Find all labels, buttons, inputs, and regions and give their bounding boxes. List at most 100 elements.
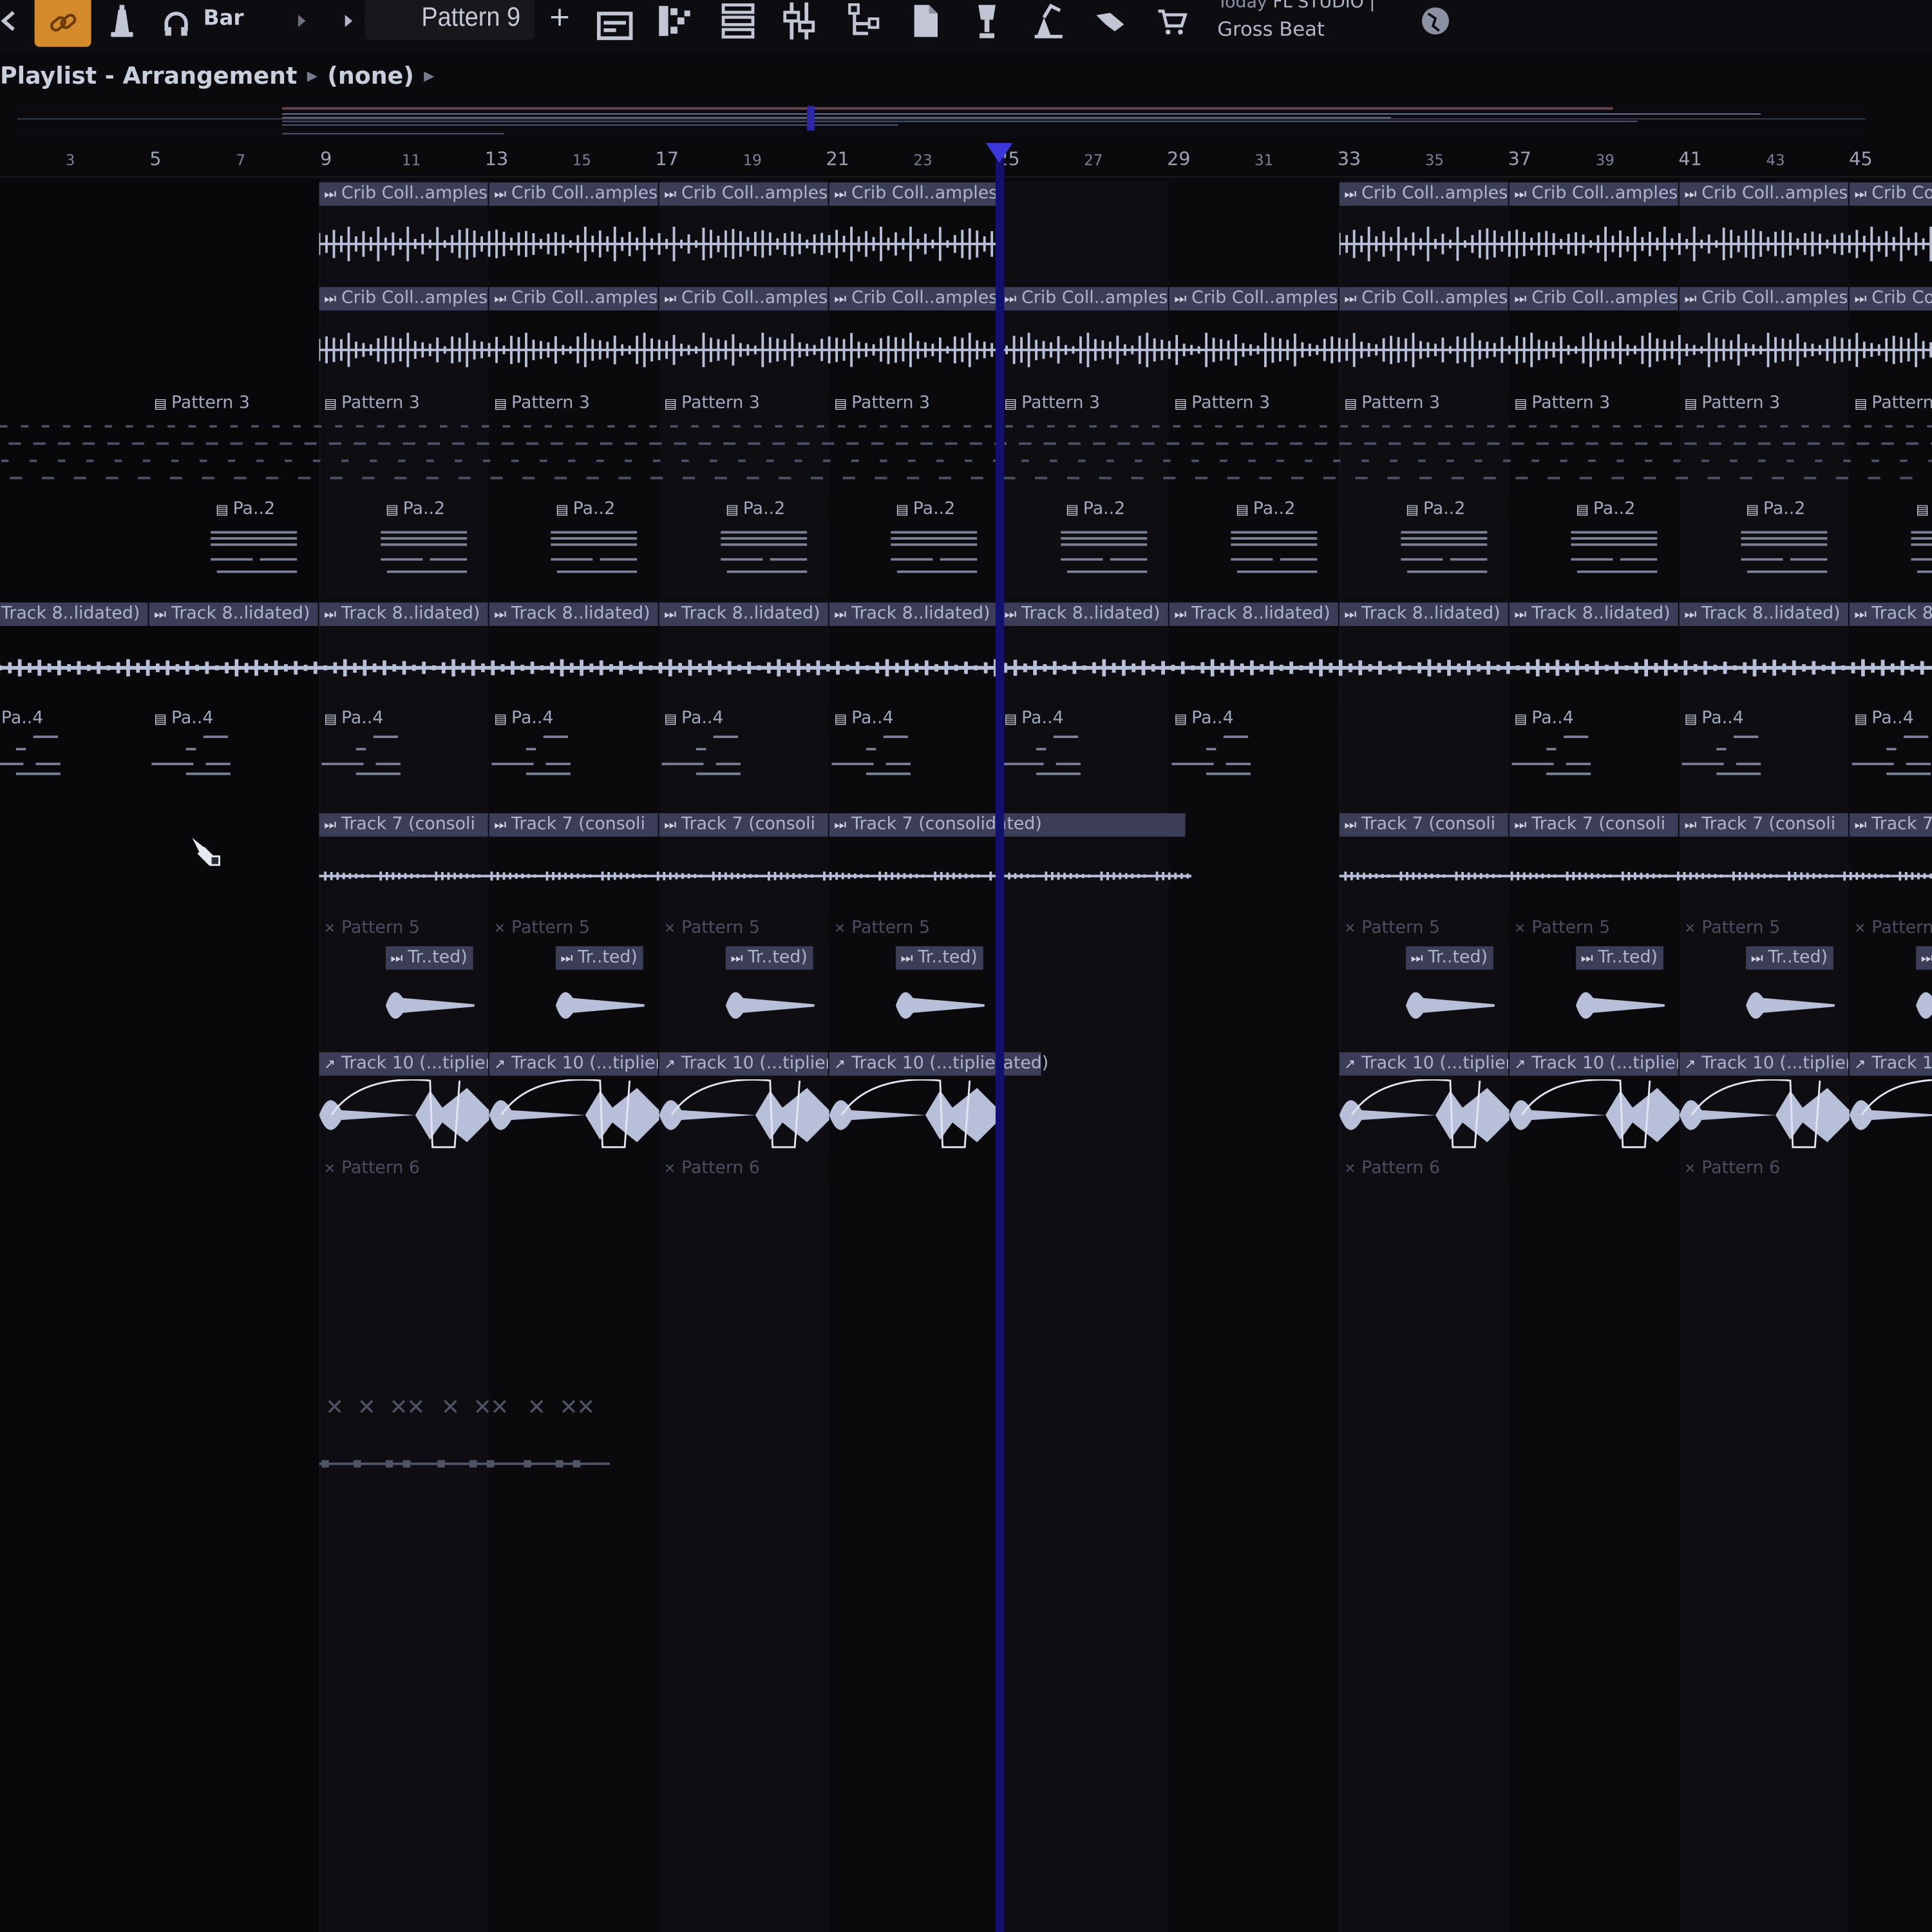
clip-header-trted[interactable]: ⏭Tr..ted) <box>1916 946 1932 970</box>
clip-header-pat3[interactable]: ▤Pattern 3 <box>1850 392 1932 415</box>
clip-header-track8[interactable]: ⏭Track 8..lidated) <box>1339 602 1510 626</box>
clip-header-track8[interactable]: ⏭Track 8..lidated) <box>659 602 829 626</box>
clip-header-trted[interactable]: ⏭Tr..ted) <box>385 946 475 970</box>
clip-header-crib2[interactable]: ⏭Crib Coll..amples <box>829 287 999 311</box>
timeline-ruler[interactable]: 5 9 13 17 21 25 29 33 37 41 45 3 7 11 15 19 23 27 31 35 39 43 <box>0 142 1932 178</box>
help-icon[interactable] <box>1030 0 1066 42</box>
clip-header-pat4[interactable]: ▤Pa..4 <box>1170 707 1340 731</box>
clip-header-track8[interactable]: ⏭Track 8..lidated) <box>149 602 319 626</box>
clip-header-crib2[interactable]: ⏭Crib Coll..amples <box>999 287 1170 311</box>
clip-header-track10[interactable]: ↗ Track 10 (...tiplier <box>1849 1052 1932 1076</box>
playlist-title[interactable]: Playlist - Arrangement <box>0 62 297 90</box>
clip-header-pat4[interactable]: ▤Pa..4 <box>319 707 489 731</box>
project-browser-icon[interactable] <box>907 0 943 42</box>
clip-header-trted[interactable]: ⏭Tr..ted) <box>1746 946 1835 970</box>
mixer-icon[interactable] <box>781 0 818 42</box>
clip-header-pat4[interactable]: ▤Pa..4 <box>829 707 999 731</box>
clip-header-pat3[interactable]: ▤Pattern 3 <box>489 392 659 415</box>
muted-clip-icon[interactable]: ✕ <box>576 1395 595 1421</box>
clip-header-pat2[interactable]: ▤Pa..2 <box>211 497 319 522</box>
snap-label[interactable]: Bar <box>204 6 244 31</box>
playlist-icon[interactable] <box>596 3 633 44</box>
clip-header-pat4[interactable]: ▤Pa..4 <box>489 707 659 731</box>
clip-header-track10[interactable]: ↗ Track 10 (...tiplier <box>659 1052 829 1076</box>
clip-header-pat4[interactable]: ▤Pa..4 <box>1850 707 1932 730</box>
clip-header-track8[interactable]: ⏭Track 8..lidated) <box>1509 602 1680 626</box>
clip-header-crib1[interactable]: ⏭Crib Coll..amples <box>489 182 659 206</box>
clip-header-pat2[interactable]: ▤Pa..2 <box>721 497 829 522</box>
clip-header-track10[interactable]: ↗ Track 10 (...tiplier <box>319 1052 489 1076</box>
link-icon[interactable] <box>34 0 91 47</box>
clip-header-track8[interactable]: ⏭Track 8..lidated) <box>319 602 489 626</box>
clip-header-pat3[interactable]: ▤Pattern 3 <box>149 392 319 415</box>
shop-icon[interactable] <box>1153 0 1190 42</box>
clip-header-track7[interactable]: ⏭Track 7 (consoli <box>1509 813 1680 837</box>
clip-header-pat2[interactable]: ▤Pa..2 <box>1401 497 1510 522</box>
clip-header-pat3[interactable]: ▤Pattern 3 <box>1340 392 1510 415</box>
clip-header-pat5[interactable]: ✕ Pattern 5 <box>1510 916 1680 940</box>
clip-header-pat4[interactable]: ▤Pa..4 <box>0 707 149 731</box>
clip-header-track7[interactable]: ⏭Track 7 (consoli <box>1849 813 1932 837</box>
clip-header-track8[interactable]: ⏭Track 8..lidated) <box>999 602 1170 626</box>
clip-header-pat4[interactable]: ▤Pa..4 <box>149 707 319 731</box>
clip-header-track8[interactable]: ⏭Track 8..lidated) <box>1679 602 1850 626</box>
playhead-marker-icon[interactable] <box>985 142 1013 163</box>
clip-header-pat3[interactable]: ▤Pattern 3 <box>999 392 1170 415</box>
clip-header-crib2[interactable]: ⏭Crib Coll..amples <box>1679 287 1850 311</box>
clip-header-pat6[interactable]: ✕ Pattern 6 <box>319 1157 489 1180</box>
clip-header-pat5[interactable]: ✕ Pattern 5 <box>659 916 829 940</box>
clip-header-pat4[interactable]: ▤Pa..4 <box>1510 707 1680 731</box>
clip-header-pat4[interactable]: ▤Pa..4 <box>999 707 1170 731</box>
clip-header-trted[interactable]: ⏭Tr..ted) <box>1406 946 1495 970</box>
clip-header-crib1[interactable]: ⏭Crib Coll..amples <box>1679 182 1850 206</box>
undo-icon[interactable] <box>0 0 27 42</box>
headphones-icon[interactable] <box>158 3 194 44</box>
clip-header-track7[interactable]: ⏭Track 7 (consoli <box>489 813 659 837</box>
clip-header-pat3[interactable]: ▤Pattern 3 <box>659 392 829 415</box>
clip-header-track10[interactable]: ↗ Track 10 (...tiplier <box>1679 1052 1850 1076</box>
clip-header-trted[interactable]: ⏭Tr..ted) <box>895 946 985 970</box>
clip-header-track10[interactable]: ↗ Track 10 (...tiplier <box>489 1052 659 1076</box>
muted-clip-icon[interactable]: ✕ <box>473 1395 492 1421</box>
clip-header-crib1[interactable]: ⏭Crib Coll..amples <box>829 182 999 206</box>
clip-header-crib2[interactable]: ⏭Crib Coll..amples <box>1339 287 1510 311</box>
playlist-overview-scrollbar[interactable] <box>17 103 1866 138</box>
clip-header-pat4[interactable]: ▤Pa..4 <box>659 707 829 731</box>
clip-header-track8[interactable]: ⏭Track 8..lidated) <box>489 602 659 626</box>
channel-rack-icon[interactable] <box>719 0 756 42</box>
clip-header-pat5[interactable]: ✕ Pattern 5 <box>1680 916 1850 940</box>
metronome-icon[interactable] <box>104 0 140 42</box>
clip-header-pat6[interactable]: ✕ Pattern 6 <box>1340 1157 1510 1180</box>
muted-clip-icon[interactable]: ✕ <box>490 1395 509 1421</box>
muted-clip-icon[interactable]: ✕ <box>325 1395 344 1421</box>
play-arrow-icon[interactable] <box>330 0 367 42</box>
clip-header-track8[interactable]: ⏭Track 8..lidated) <box>1849 602 1932 626</box>
clip-header-pat4[interactable]: ▤Pa..4 <box>1680 707 1850 731</box>
clip-header-crib1[interactable]: ⏭Crib Coll..amples <box>319 182 489 206</box>
clip-header-pat6[interactable]: ✕ Pattern 6 <box>1680 1157 1850 1180</box>
clip-header-crib2[interactable]: ⏭Crib Coll..amples <box>659 287 829 311</box>
clip-header-pat5[interactable]: ✕ Pattern 5 <box>1340 916 1510 940</box>
clip-header-crib2[interactable]: ⏭Crib Coll..amples <box>1509 287 1680 311</box>
playlist-grid[interactable]: ⏭ Crib Coll..amples ⏭ Crib Coll..amples ⏭ Cri… <box>0 180 1932 1932</box>
piano-roll-icon[interactable] <box>656 0 692 42</box>
clip-header-pat2[interactable]: ▤Pa..2 <box>1061 497 1170 522</box>
arrangement-selector[interactable]: (none) <box>327 62 414 90</box>
clip-header-pat6[interactable]: ✕ Pattern 6 <box>659 1157 829 1180</box>
muted-clip-icon[interactable]: ✕ <box>357 1395 376 1421</box>
clip-header-crib1[interactable]: ⏭Crib Coll..amples <box>1509 182 1680 206</box>
clip-header-crib1[interactable]: ⏭Crib Coll..amples <box>1849 182 1932 206</box>
clip-header-pat3[interactable]: ▤Pattern 3 <box>1680 392 1850 415</box>
snap-arrow-icon[interactable] <box>283 0 320 42</box>
clip-header-track7[interactable]: ⏭ Track 7 (consolidated) <box>829 813 1187 837</box>
clip-header-trted[interactable]: ⏭Tr..ted) <box>1576 946 1665 970</box>
muted-clip-icon[interactable]: ✕ <box>527 1395 546 1421</box>
clip-header-trted[interactable]: ⏭Tr..ted) <box>725 946 815 970</box>
clip-header-track7[interactable]: ⏭Track 7 (consoli <box>1679 813 1850 837</box>
clip-header-pat5[interactable]: ✕ Pattern 5 <box>489 916 659 940</box>
clip-header-crib2[interactable]: ⏭Crib Coll..amples <box>1849 287 1932 311</box>
clip-header-crib2[interactable]: ⏭Crib Coll..amples <box>1169 287 1340 311</box>
clip-header-pat2[interactable]: ▤Pa..2 <box>381 497 489 522</box>
add-pattern-button[interactable]: + <box>548 3 571 33</box>
clip-header-track10[interactable]: ↗ Track 10 (...tiplier <box>1509 1052 1680 1076</box>
